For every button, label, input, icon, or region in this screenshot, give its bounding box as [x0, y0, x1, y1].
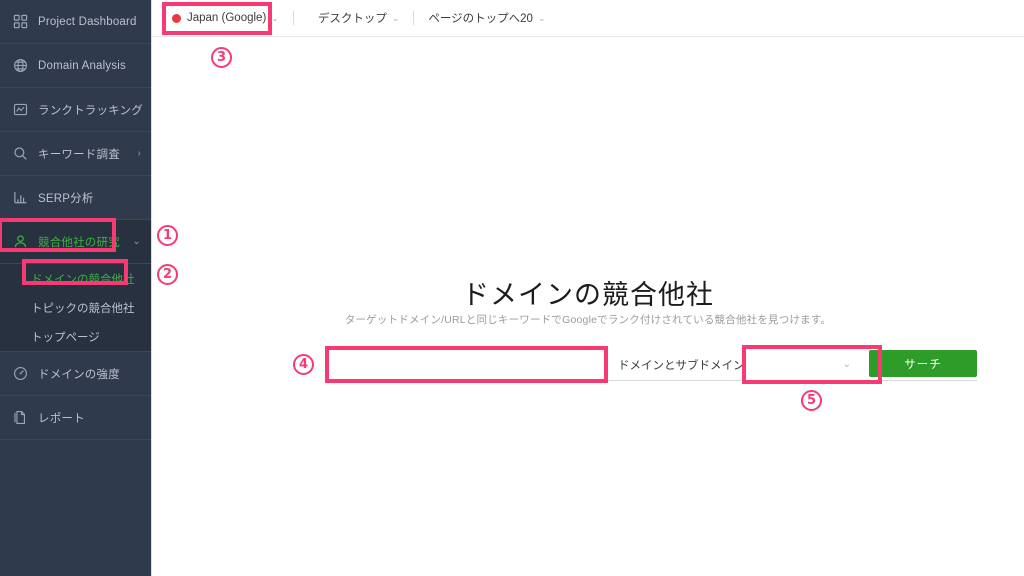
- header-device-selector[interactable]: デスクトップ ⌄: [318, 10, 400, 26]
- submenu-item-topic-competitors[interactable]: トピックの競合他社: [0, 293, 151, 322]
- sidebar: Project Dashboard Domain Analysis ランクトラッ…: [0, 0, 152, 576]
- sidebar-item-keyword-research[interactable]: キーワード調査 ›: [0, 132, 151, 176]
- chevron-down-icon: ⌄: [132, 235, 141, 247]
- sidebar-item-rank-tracking[interactable]: ランクトラッキング ›: [0, 88, 151, 132]
- sidebar-item-domain-strength[interactable]: ドメインの強度: [0, 352, 151, 396]
- header-device-label: デスクトップ: [317, 13, 387, 25]
- header-divider: [292, 11, 294, 25]
- annotation-marker-2: 2: [157, 264, 178, 285]
- submenu-item-label: トップページ: [31, 331, 100, 344]
- header-locale-selector[interactable]: Japan (Google) ⌄: [172, 12, 279, 24]
- page-title: ドメインの競合他社: [462, 280, 714, 310]
- sidebar-item-label: SERP分析: [38, 192, 94, 205]
- chevron-right-icon: ›: [137, 147, 141, 159]
- main-content: ドメインの競合他社 ターゲットドメイン/URLと同じキーワードでGoogleでラ…: [152, 37, 1024, 576]
- gauge-icon: [12, 365, 29, 382]
- chart-square-icon: [12, 101, 29, 118]
- chevron-right-icon: ›: [137, 103, 141, 115]
- sidebar-item-label: ドメインの強度: [38, 368, 120, 381]
- domain-input[interactable]: [327, 349, 612, 380]
- sidebar-item-label: Project Dashboard: [38, 15, 137, 28]
- annotation-marker-5: 5: [801, 390, 822, 411]
- sidebar-item-reports[interactable]: レポート: [0, 396, 151, 440]
- sidebar-item-label: キーワード調査: [38, 148, 120, 161]
- sidebar-item-label: Domain Analysis: [38, 59, 127, 72]
- user-icon: [12, 233, 29, 250]
- globe-icon: [12, 57, 29, 74]
- sidebar-item-label: レポート: [38, 412, 85, 425]
- bar-chart-icon: [12, 189, 29, 206]
- grid-icon: [12, 13, 29, 30]
- submenu-item-top-pages[interactable]: トップページ: [0, 322, 151, 351]
- submenu-item-label: ドメインの競合他社: [31, 273, 135, 286]
- chevron-down-icon: ⌄: [842, 358, 851, 370]
- sidebar-item-label: 競合他社の研究: [38, 236, 120, 249]
- header-divider: [413, 11, 415, 25]
- search-button[interactable]: サーチ: [869, 350, 977, 377]
- scope-select[interactable]: ドメインとサブドメイン ⌄: [612, 349, 861, 380]
- sidebar-item-competitor-research[interactable]: 競合他社の研究 ⌄: [0, 220, 151, 264]
- search-icon: [12, 145, 29, 162]
- chevron-down-icon: ⌄: [391, 12, 400, 23]
- chevron-down-icon: ⌄: [537, 12, 546, 23]
- search-form: ドメインとサブドメイン ⌄ サーチ: [327, 349, 977, 381]
- header-locale-label: Japan (Google): [187, 12, 267, 24]
- sidebar-item-project-dashboard[interactable]: Project Dashboard: [0, 0, 151, 44]
- top-header-bar: Japan (Google) ⌄ デスクトップ ⌄ ページのトップへ20 ⌄: [152, 0, 1024, 37]
- header-top-pages-label: ページのトップへ20: [428, 13, 533, 25]
- page-subtitle: ターゲットドメイン/URLと同じキーワードでGoogleでランク付けされている競…: [344, 314, 832, 326]
- header-top-pages-selector[interactable]: ページのトップへ20 ⌄: [428, 10, 545, 26]
- annotation-marker-3: 3: [211, 47, 232, 68]
- annotation-marker-1: 1: [157, 225, 178, 246]
- document-icon: [12, 409, 29, 426]
- sidebar-submenu-competitor-research: ドメインの競合他社 トピックの競合他社 トップページ: [0, 264, 151, 352]
- sidebar-item-label: ランクトラッキング: [38, 104, 143, 117]
- annotation-marker-4: 4: [293, 354, 314, 375]
- scope-select-value: ドメインとサブドメイン: [618, 359, 745, 372]
- chevron-down-icon: ⌄: [271, 12, 279, 23]
- submenu-item-domain-competitors[interactable]: ドメインの競合他社: [0, 264, 151, 293]
- sidebar-item-serp-analysis[interactable]: SERP分析: [0, 176, 151, 220]
- sidebar-item-domain-analysis[interactable]: Domain Analysis: [0, 44, 151, 88]
- submenu-item-label: トピックの競合他社: [31, 302, 135, 315]
- japan-flag-icon: [172, 13, 181, 23]
